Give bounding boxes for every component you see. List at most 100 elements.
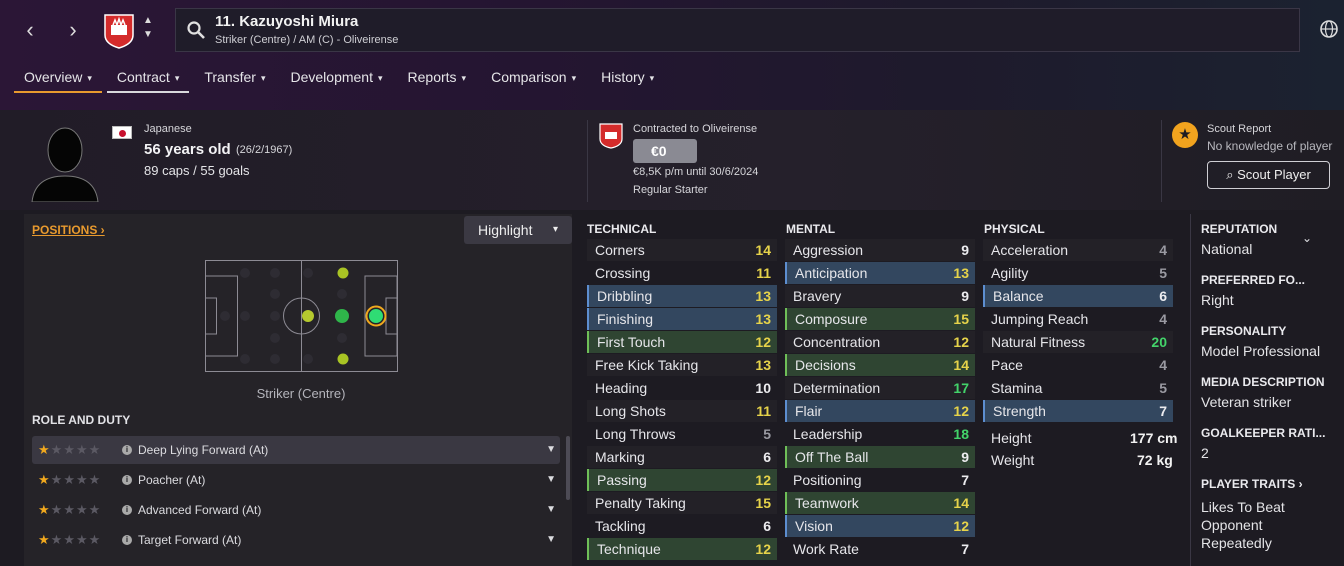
scout-report-label: Scout Report xyxy=(1207,123,1272,135)
attribute-row[interactable]: Natural Fitness 20 xyxy=(983,331,1173,353)
search-icon[interactable] xyxy=(186,20,206,40)
forward-button[interactable]: › xyxy=(61,18,85,42)
attribute-row[interactable]: Jumping Reach 4 xyxy=(983,308,1173,330)
attribute-row[interactable]: Composure 15 xyxy=(785,308,975,330)
globe-icon[interactable] xyxy=(1318,18,1340,40)
role-row[interactable]: ★★★★★ i Poacher (At) ▼ xyxy=(32,466,560,494)
role-name: Advanced Forward (At) xyxy=(138,503,262,517)
chevron-down-icon[interactable]: ▼ xyxy=(546,436,556,464)
role-row[interactable]: ★★★★★ i Advanced Forward (At) ▼ xyxy=(32,496,560,524)
attribute-value: 11 xyxy=(756,265,771,281)
role-row[interactable]: ★★★★★ i Target Forward (At) ▼ xyxy=(32,526,560,554)
attribute-row[interactable]: Agility 5 xyxy=(983,262,1173,284)
chevron-down-icon: ▾ xyxy=(461,72,467,83)
attribute-name: Determination xyxy=(793,380,881,396)
attribute-row[interactable]: Positioning 7 xyxy=(785,469,975,491)
attribute-row[interactable]: Determination 17 xyxy=(785,377,975,399)
tab-history[interactable]: History ▾ xyxy=(591,67,664,93)
position-pitch xyxy=(205,260,398,372)
chevron-down-icon[interactable]: ▼ xyxy=(546,526,556,554)
attribute-row[interactable]: Concentration 12 xyxy=(785,331,975,353)
back-button[interactable]: ‹ xyxy=(18,18,42,42)
attribute-row[interactable]: Penalty Taking 15 xyxy=(587,492,777,514)
attribute-row[interactable]: Acceleration 4 xyxy=(983,239,1173,261)
tab-transfer[interactable]: Transfer ▾ xyxy=(194,67,275,93)
attribute-row[interactable]: Long Shots 11 xyxy=(587,400,777,422)
nationality: Japanese xyxy=(144,123,192,135)
attribute-value: 12 xyxy=(953,518,969,534)
role-rating-stars: ★★★★★ xyxy=(38,442,102,457)
attribute-value: 15 xyxy=(755,495,771,511)
attribute-value: 12 xyxy=(953,334,969,350)
attribute-value: 7 xyxy=(1159,403,1167,419)
info-icon[interactable]: i xyxy=(122,475,132,485)
attribute-name: Strength xyxy=(993,403,1046,419)
info-heading: PERSONALITY xyxy=(1201,324,1287,338)
attribute-row[interactable]: Technique 12 xyxy=(587,538,777,560)
attribute-row[interactable]: First Touch 12 xyxy=(587,331,777,353)
attribute-name: Work Rate xyxy=(793,541,859,557)
tab-label: Comparison xyxy=(491,69,567,85)
height-value: 177 cm xyxy=(1130,430,1178,446)
attribute-name: Positioning xyxy=(793,472,862,488)
role-name: Deep Lying Forward (At) xyxy=(138,443,269,457)
attribute-row[interactable]: Anticipation 13 xyxy=(785,262,975,284)
tab-overview[interactable]: Overview ▾ xyxy=(14,67,102,93)
positions-link[interactable]: POSITIONS › xyxy=(32,223,105,237)
attribute-row[interactable]: Free Kick Taking 13 xyxy=(587,354,777,376)
attribute-row[interactable]: Marking 6 xyxy=(587,446,777,468)
attribute-row[interactable]: Passing 12 xyxy=(587,469,777,491)
attribute-value: 12 xyxy=(953,403,969,419)
position-dot-striker[interactable] xyxy=(369,309,383,323)
chevron-down-icon[interactable]: ⌄ xyxy=(1302,231,1312,245)
chevron-down-icon: ▾ xyxy=(552,224,558,235)
attribute-row[interactable]: Long Throws 5 xyxy=(587,423,777,445)
attribute-row[interactable]: Balance 6 xyxy=(983,285,1173,307)
chevron-down-icon: ▾ xyxy=(260,72,266,83)
player-name: 11. Kazuyoshi Miura xyxy=(215,13,359,30)
attribute-row[interactable]: Vision 12 xyxy=(785,515,975,537)
attribute-row[interactable]: Decisions 14 xyxy=(785,354,975,376)
info-icon[interactable]: i xyxy=(122,535,132,545)
tab-development[interactable]: Development ▾ xyxy=(280,67,392,93)
scout-player-button[interactable]: ⌕ Scout Player xyxy=(1207,161,1330,189)
highlight-dropdown[interactable]: Highlight ▾ xyxy=(464,216,572,244)
chevron-down-icon[interactable]: ▼ xyxy=(546,496,556,524)
tab-label: History xyxy=(601,69,645,85)
info-icon[interactable]: i xyxy=(122,505,132,515)
attribute-row[interactable]: Corners 14 xyxy=(587,239,777,261)
attribute-row[interactable]: Stamina 5 xyxy=(983,377,1173,399)
attribute-row[interactable]: Dribbling 13 xyxy=(587,285,777,307)
attribute-row[interactable]: Finishing 13 xyxy=(587,308,777,330)
tab-comparison[interactable]: Comparison ▾ xyxy=(481,67,586,93)
attribute-row[interactable]: Flair 12 xyxy=(785,400,975,422)
attribute-row[interactable]: Pace 4 xyxy=(983,354,1173,376)
attribute-row[interactable]: Leadership 18 xyxy=(785,423,975,445)
club-crest-icon[interactable] xyxy=(103,13,135,49)
tab-reports[interactable]: Reports ▾ xyxy=(398,67,477,93)
role-row[interactable]: ★★★★★ i Deep Lying Forward (At) ▼ xyxy=(32,436,560,464)
info-icon[interactable]: i xyxy=(122,445,132,455)
squad-switch-icon[interactable]: ▲ ▼ xyxy=(141,14,155,46)
scrollbar[interactable] xyxy=(566,436,570,500)
attribute-value: 4 xyxy=(1159,242,1167,258)
attribute-row[interactable]: Crossing 11 xyxy=(587,262,777,284)
attribute-row[interactable]: Teamwork 14 xyxy=(785,492,975,514)
attribute-row[interactable]: Work Rate 7 xyxy=(785,538,975,560)
attribute-row[interactable]: Tackling 6 xyxy=(587,515,777,537)
attribute-name: Corners xyxy=(595,242,645,258)
chevron-down-icon[interactable]: ▼ xyxy=(546,466,556,494)
attribute-name: First Touch xyxy=(597,334,666,350)
club-crest-icon xyxy=(599,123,623,149)
attribute-row[interactable]: Aggression 9 xyxy=(785,239,975,261)
info-heading[interactable]: PLAYER TRAITS › xyxy=(1201,477,1303,491)
attribute-row[interactable]: Strength 7 xyxy=(983,400,1173,422)
attribute-name: Decisions xyxy=(795,357,856,373)
chevron-down-icon: ▾ xyxy=(174,72,180,83)
attribute-row[interactable]: Heading 10 xyxy=(587,377,777,399)
attribute-row[interactable]: Bravery 9 xyxy=(785,285,975,307)
attribute-value: 14 xyxy=(755,242,771,258)
tab-contract[interactable]: Contract ▾ xyxy=(106,67,190,93)
chevron-down-icon: ▾ xyxy=(649,72,655,83)
attribute-row[interactable]: Off The Ball 9 xyxy=(785,446,975,468)
